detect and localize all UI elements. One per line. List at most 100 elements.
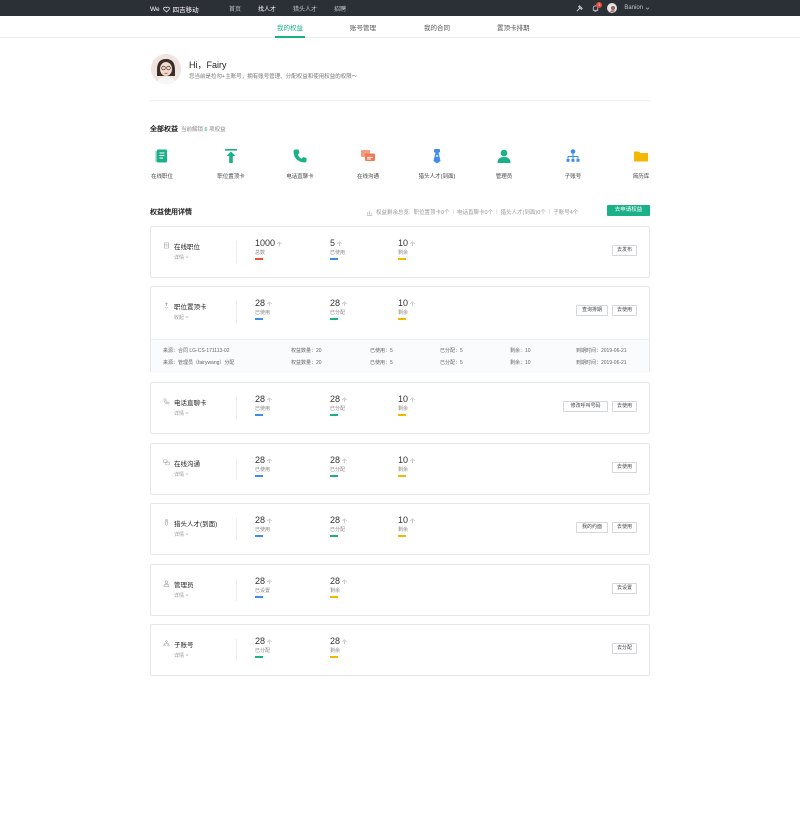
stat-remaining: 28 个 剩余 [330,636,347,658]
card-action-button[interactable]: 查询排期 [576,305,608,316]
stat-value: 28 [330,298,341,308]
feature-admin-user[interactable]: 管理员 [484,148,524,180]
stat-remaining: 10 个 剩余 [398,455,415,477]
feature-job-doc[interactable]: 在线职位 [142,148,182,180]
card-separator [236,458,237,480]
org-tree-icon [565,148,581,164]
feature-headhunter-tie[interactable]: 猎头人才(到面) [417,148,457,180]
stat-unit: 个 [267,580,273,586]
feature-label: 职位置顶卡 [217,174,245,180]
rights-card-admin-user: 管理员 详情 28 个 已设置 28 个 剩余 去设置 [150,564,650,616]
avatar-face-icon [610,6,617,12]
card-action-button[interactable]: 去发布 [612,245,637,256]
card-action-button[interactable]: 我的约面 [576,522,608,533]
stat-unit: 个 [342,459,348,465]
chevron-down-icon [186,533,189,535]
notification-bell[interactable]: 1 [591,1,603,13]
feature-label: 电话直聊卡 [286,174,314,180]
feature-label: 管理员 [495,174,513,180]
card-detail-toggle[interactable]: 详情 [174,254,189,261]
tab-my-rights[interactable]: 我的权益 [277,22,303,32]
tab-account-management[interactable]: 账号管理 [350,22,376,32]
card-detail-toggle[interactable]: 详情 [174,592,189,599]
feature-label: 子账号 [564,174,582,180]
card-title: 在线沟通 [174,461,200,468]
stat-label: 已使用 [255,467,271,473]
feature-label: 在线沟通 [356,174,379,180]
row-source: 来源：合同 LG-CS-171113-02 [163,348,230,354]
stat-value: 28 [330,394,341,404]
stat-unit: 个 [410,519,416,525]
nav-headhunter[interactable]: 猎头人才 [293,4,317,13]
tab-top-card-schedule[interactable]: 置顶卡排期 [497,22,530,32]
card-detail-label: 详情 [174,411,185,417]
bar-chart-icon [366,210,373,216]
card-action-button[interactable]: 去使用 [612,305,637,316]
nav-home[interactable]: 首页 [229,4,241,13]
tool-icon[interactable] [575,4,584,13]
phone-icon [292,148,308,164]
stat-used: 28 个 已使用 [255,394,272,416]
card-detail-label: 详情 [174,593,185,599]
top-navbar: We 四吉移动 首页 找人才 猎头人才 招聘 1 Banion [0,0,800,16]
user-avatar[interactable] [607,3,618,13]
feature-pin-top[interactable]: 职位置顶卡 [211,148,251,180]
feature-chat-bubbles[interactable]: 在线沟通 [348,148,388,180]
feature-phone[interactable]: 电话直聊卡 [280,148,320,180]
rights-card-job-doc: 在线职位 详情 1000 个 总数 5个 已使用 10 个 剩余 去发布 [150,226,650,278]
chevron-down-icon [186,316,189,318]
card-action-button[interactable]: 去使用 [612,462,637,473]
stat-used: 28 个 已使用 [255,455,272,477]
stat-label: 已使用 [330,250,346,256]
stat-value: 28 [330,515,341,525]
tab-my-contracts[interactable]: 我的合同 [424,22,450,32]
nav-recruit[interactable]: 招聘 [334,4,346,13]
card-separator [236,518,237,540]
card-action-button[interactable]: 去设置 [612,583,637,594]
row-quantity: 权益数量：20 [291,348,322,354]
stat-value: 10 [398,455,409,465]
stat-allocated: 28 个 已分配 [330,515,347,537]
stat-unit: 个 [267,302,273,308]
card-action-button[interactable]: 去分配 [612,643,637,654]
card-detail-toggle[interactable]: 详情 [174,531,189,538]
brand-logo[interactable]: We 四吉移动 [150,4,199,15]
card-action-button[interactable]: 去使用 [612,401,637,412]
apply-rights-button[interactable]: 去申请权益 [607,205,650,216]
stat-label: 已分配 [330,310,346,316]
stat-indicator-bar [330,656,338,658]
summary-separator: | [548,209,551,215]
card-action-button[interactable]: 去使用 [612,522,637,533]
card-detail-toggle[interactable]: 详情 [174,652,189,659]
top-right-tools: 1 Banion [575,1,650,13]
feature-label: 简历库 [632,174,650,180]
row-quantity: 权益数量：20 [291,360,322,366]
user-menu[interactable]: Banion [624,5,650,11]
card-detail-toggle[interactable]: 收起 [174,314,189,321]
all-rights-title: 全部权益 [150,126,178,133]
card-detail-toggle[interactable]: 详情 [174,471,189,478]
rights-summary: 权益剩余总览: 职位置顶卡0个 | 电话直聊卡0个 | 猎头人才(到面)0个 |… [366,208,578,216]
row-source: 来源：管理员（fairywang）分配 [163,360,235,366]
stat-value: 28 [255,455,266,465]
usage-detail-title: 权益使用详情 [150,209,192,216]
card-expanded-detail: 来源：合同 LG-CS-171113-02 权益数量：20 已使用：5 已分配：… [151,339,649,373]
card-detail-toggle[interactable]: 详情 [174,410,189,417]
stat-indicator-bar [255,318,263,320]
stat-value: 1000 [255,238,276,248]
stat-indicator-bar [398,535,406,537]
summary-item: 职位置顶卡0个 [413,210,450,216]
chevron-down-icon [186,256,189,258]
nav-find-talent[interactable]: 找人才 [258,4,276,13]
heart-icon [162,6,170,12]
sub-tabs: 我的权益 账号管理 我的合同 置顶卡排期 [0,16,800,38]
pin-top-icon [223,148,239,164]
all-rights-sub-prefix: 当前解锁 [181,127,204,133]
stat-label: 剩余 [398,310,409,316]
feature-folder[interactable]: 简历库 [621,148,661,180]
card-action-button[interactable]: 修改呼叫号码 [563,401,608,412]
stat-value: 28 [255,298,266,308]
feature-org-tree[interactable]: 子账号 [553,148,593,180]
job-doc-icon [154,148,170,164]
stat-label: 剩余 [330,588,341,594]
